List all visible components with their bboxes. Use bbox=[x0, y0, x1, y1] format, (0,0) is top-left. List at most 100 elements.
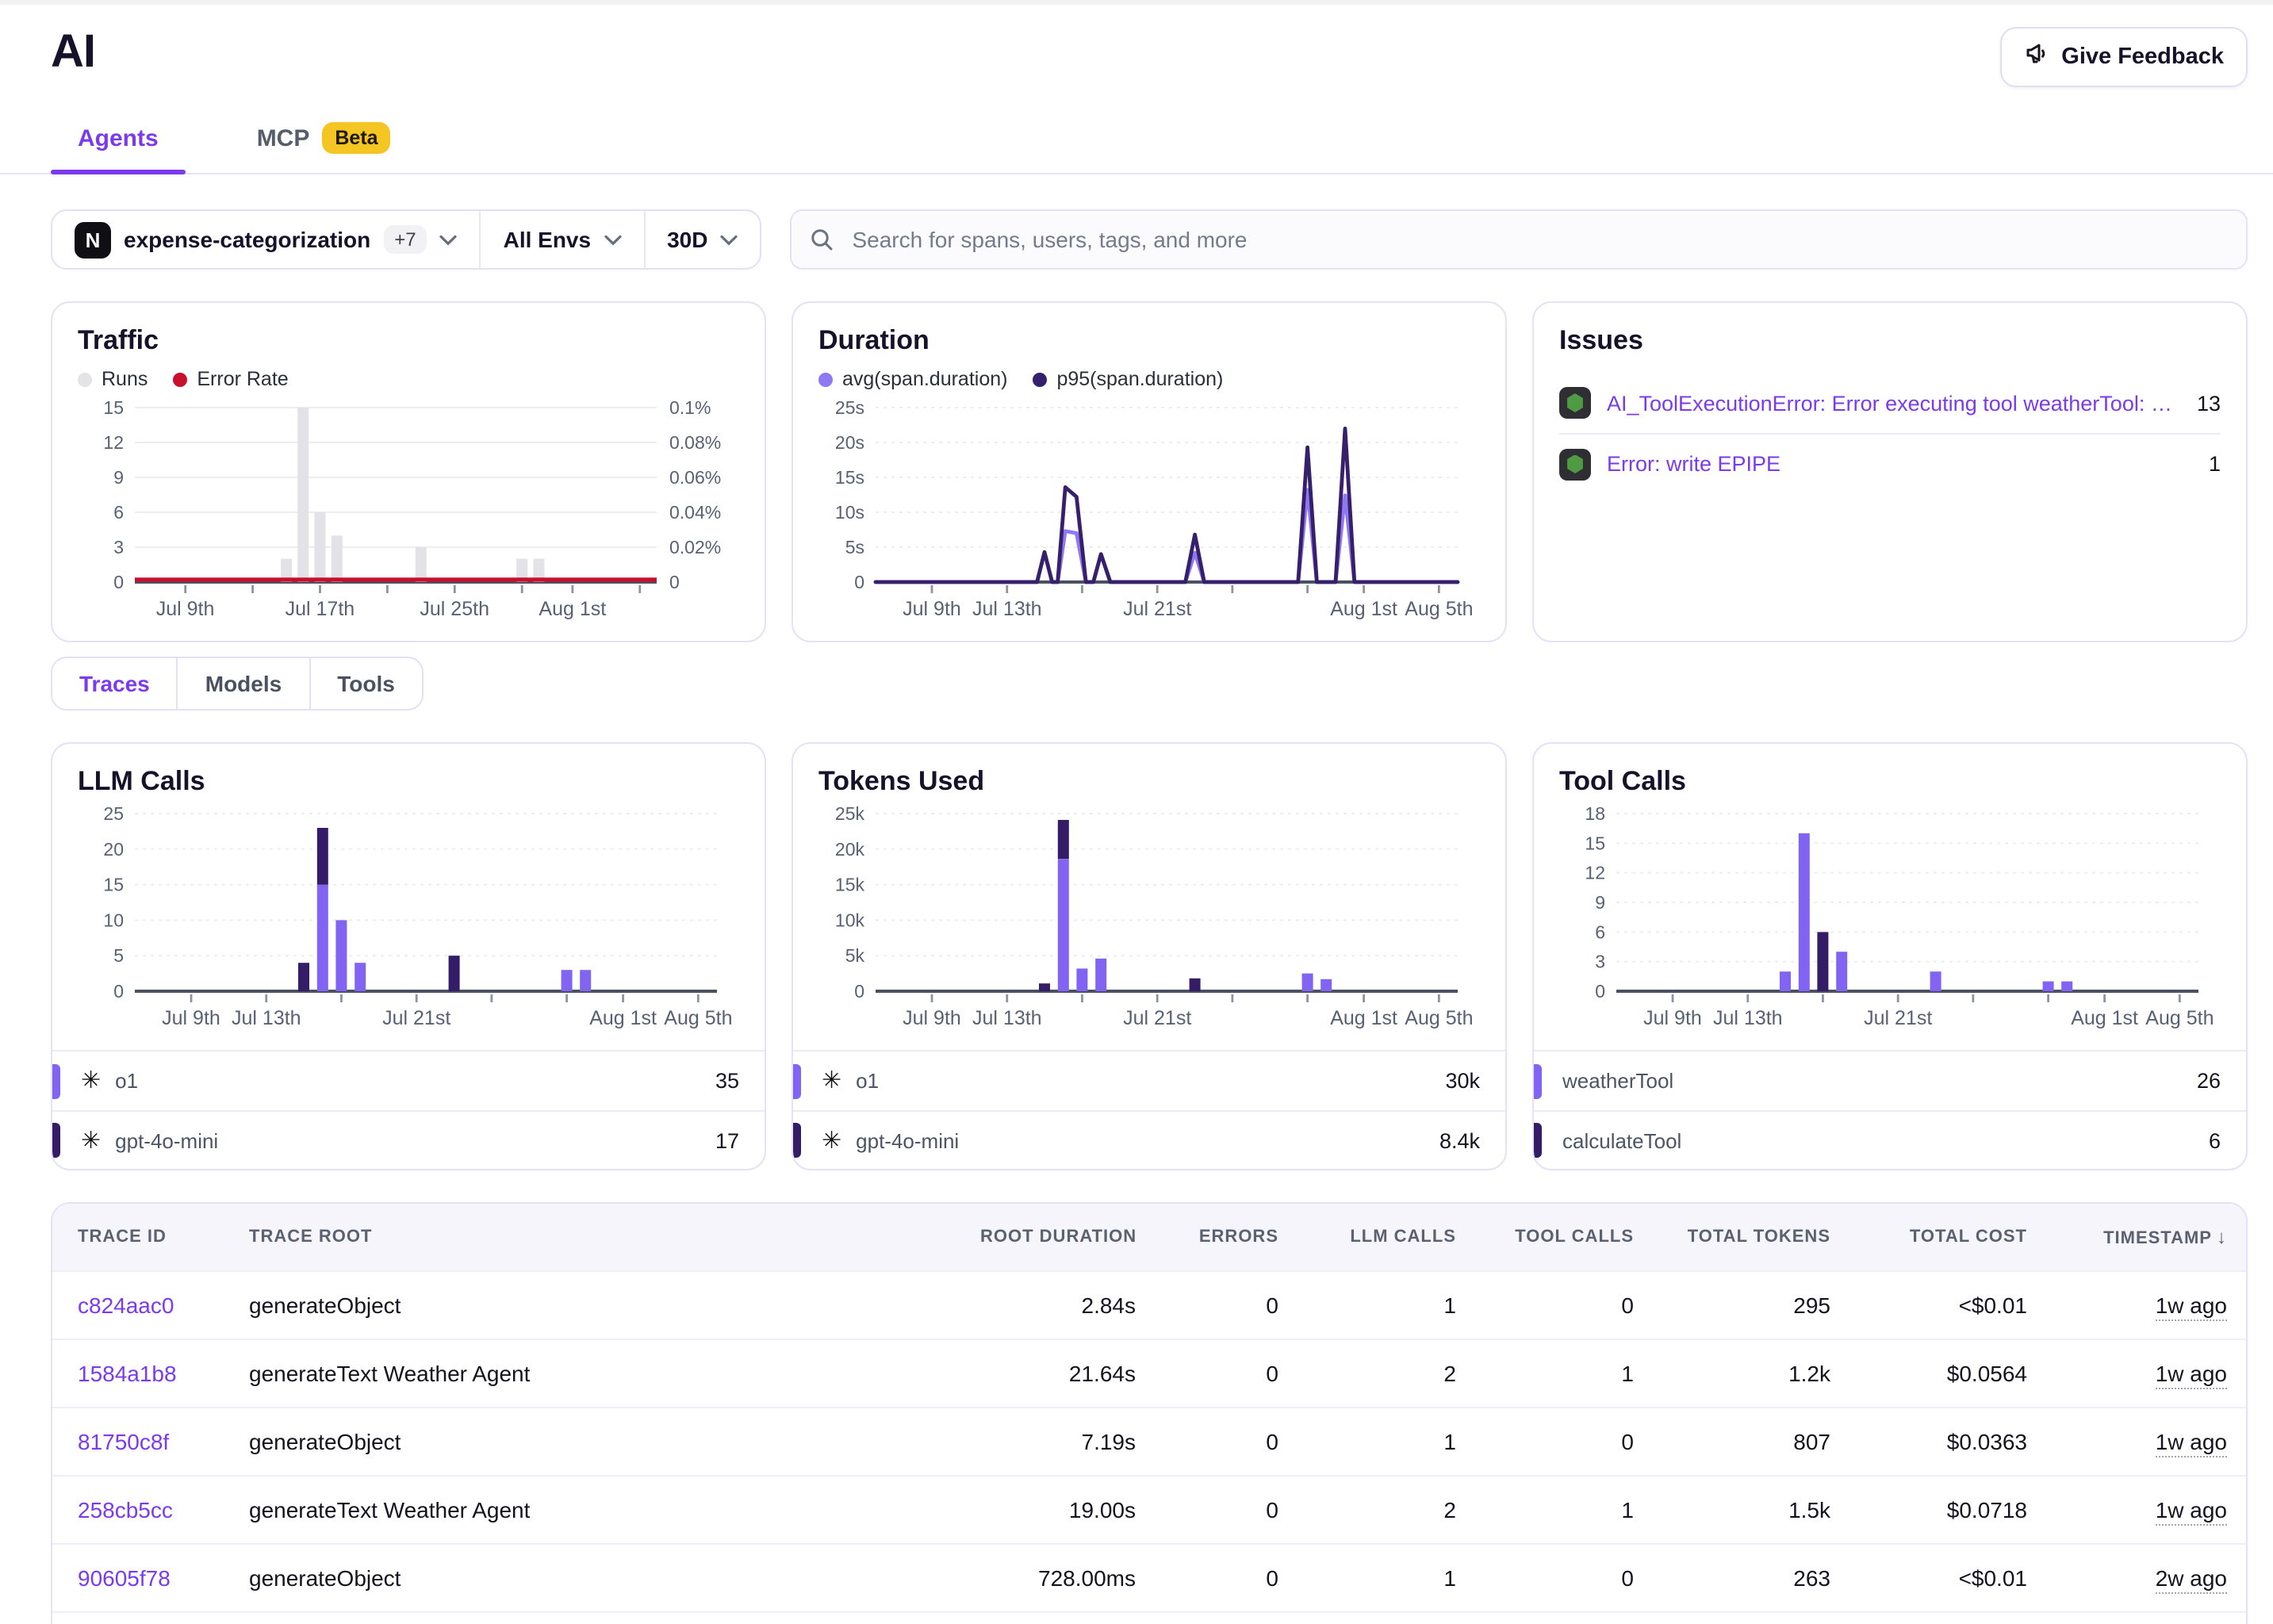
series-color-chip bbox=[1534, 1063, 1542, 1098]
tab-agents[interactable]: Agents bbox=[51, 109, 186, 173]
tool-calls-cell: 1 bbox=[1475, 1339, 1653, 1408]
openai-icon: ✳ bbox=[822, 1128, 841, 1152]
trace-row[interactable]: 258cb5ccgenerateText Weather Agent19.00s… bbox=[52, 1476, 2246, 1544]
svg-text:0.1%: 0.1% bbox=[669, 397, 711, 418]
errors-cell: 0 bbox=[1155, 1339, 1297, 1408]
svg-text:12: 12 bbox=[103, 432, 124, 453]
tool-calls-cell: 1 bbox=[1475, 1612, 1653, 1624]
filter-pill: N expense-categorization +7 All Envs 30D bbox=[51, 209, 761, 270]
svg-text:15s: 15s bbox=[835, 467, 864, 488]
give-feedback-button[interactable]: Give Feedback bbox=[1999, 27, 2248, 87]
legend-row-gpt-4o-mini[interactable]: ✳ gpt-4o-mini 8.4k bbox=[793, 1110, 1505, 1169]
error-rate-legend-label: Error Rate bbox=[197, 368, 288, 390]
col-trace-id[interactable]: TRACE ID bbox=[52, 1204, 230, 1271]
col-timestamp[interactable]: TIMESTAMP↓ bbox=[2046, 1204, 2246, 1271]
svg-text:6: 6 bbox=[1595, 921, 1605, 942]
issue-link[interactable]: Error: write EPIPE bbox=[1607, 452, 2193, 476]
timestamp-value[interactable]: 1w ago bbox=[2156, 1293, 2227, 1321]
filter-bar: N expense-categorization +7 All Envs 30D bbox=[51, 209, 2248, 270]
llm-calls-legend-rows: ✳ o1 35 ✳ gpt-4o-mini 17 bbox=[52, 1050, 765, 1169]
col-errors[interactable]: ERRORS bbox=[1155, 1204, 1297, 1271]
trace-root-cell: generateObject bbox=[230, 1544, 961, 1612]
svg-text:18: 18 bbox=[1585, 803, 1605, 824]
series-label: o1 bbox=[856, 1069, 879, 1093]
tool-calls-card: Tool Calls 0369121518Jul 9thJul 13thJul … bbox=[1532, 742, 2248, 1170]
col-total-cost[interactable]: TOTAL COST bbox=[1849, 1204, 2046, 1271]
legend-row-weathertool[interactable]: weatherTool 26 bbox=[1534, 1051, 2246, 1110]
svg-text:Jul 9th: Jul 9th bbox=[156, 598, 215, 620]
legend-row-gpt-4o-mini[interactable]: ✳ gpt-4o-mini 17 bbox=[52, 1110, 765, 1169]
col-root-duration[interactable]: ROOT DURATION bbox=[961, 1204, 1155, 1271]
svg-text:Jul 21st: Jul 21st bbox=[1123, 598, 1191, 620]
legend-row-o1[interactable]: ✳ o1 30k bbox=[793, 1051, 1505, 1110]
p95-legend-dot bbox=[1033, 372, 1047, 386]
timestamp-value[interactable]: 1w ago bbox=[2156, 1429, 2227, 1457]
tab-mcp[interactable]: MCP Beta bbox=[230, 109, 418, 173]
trace-root-cell: generateText Weather Agent bbox=[230, 1339, 961, 1408]
col-total-tokens[interactable]: TOTAL TOKENS bbox=[1653, 1204, 1849, 1271]
svg-text:25k: 25k bbox=[835, 803, 865, 824]
errors-cell: 0 bbox=[1155, 1271, 1297, 1339]
svg-text:0: 0 bbox=[1595, 981, 1605, 1002]
trace-id-link[interactable]: 1584a1b8 bbox=[78, 1361, 177, 1386]
project-logo-icon: N bbox=[75, 221, 111, 258]
svg-text:15: 15 bbox=[103, 875, 124, 895]
trace-row[interactable]: 81750c8fgenerateObject7.19s010807$0.0363… bbox=[52, 1408, 2246, 1476]
traces-table-body: c824aac0generateObject2.84s010295<$0.011… bbox=[52, 1271, 2246, 1624]
llm-calls-card: LLM Calls 0510152025Jul 9thJul 13thJul 2… bbox=[51, 742, 766, 1170]
svg-text:9: 9 bbox=[113, 467, 124, 488]
issues-card: Issues AI_ToolExecutionError: Error exec… bbox=[1532, 301, 2248, 642]
svg-text:Jul 13th: Jul 13th bbox=[1713, 1007, 1783, 1029]
nodejs-icon bbox=[1559, 448, 1591, 480]
subtab-models[interactable]: Models bbox=[177, 658, 309, 709]
search-input[interactable] bbox=[790, 209, 2248, 270]
runs-legend-dot bbox=[78, 372, 92, 386]
date-range-selector[interactable]: 30D bbox=[643, 211, 760, 268]
svg-text:Jul 9th: Jul 9th bbox=[1643, 1007, 1702, 1029]
timestamp-value[interactable]: 2w ago bbox=[2156, 1565, 2227, 1594]
trace-id-link[interactable]: c824aac0 bbox=[78, 1293, 174, 1318]
trace-row[interactable]: 90605f78generateObject728.00ms010263<$0.… bbox=[52, 1544, 2246, 1612]
issue-row[interactable]: AI_ToolExecutionError: Error executing t… bbox=[1559, 373, 2221, 433]
trace-row[interactable]: c824aac0generateObject2.84s010295<$0.011… bbox=[52, 1271, 2246, 1339]
tool-calls-cell: 0 bbox=[1475, 1544, 1653, 1612]
date-range-label: 30D bbox=[667, 227, 707, 252]
col-trace-root[interactable]: TRACE ROOT bbox=[230, 1204, 961, 1271]
llm-calls-cell: 1 bbox=[1297, 1271, 1475, 1339]
llm-calls-cell: 1 bbox=[1297, 1408, 1475, 1476]
traffic-chart: 0030.02%60.04%90.06%120.08%150.1%Jul 9th… bbox=[78, 392, 739, 631]
series-label: weatherTool bbox=[1562, 1069, 1673, 1093]
project-selector[interactable]: N expense-categorization +7 bbox=[52, 211, 480, 268]
trace-id-link[interactable]: 90605f78 bbox=[78, 1565, 171, 1591]
errors-cell: 0 bbox=[1155, 1476, 1297, 1544]
legend-row-o1[interactable]: ✳ o1 35 bbox=[52, 1051, 765, 1110]
traffic-legend: Runs Error Rate bbox=[78, 368, 739, 390]
timestamp-value[interactable]: 1w ago bbox=[2156, 1497, 2227, 1526]
openai-icon: ✳ bbox=[822, 1069, 841, 1093]
svg-text:0.04%: 0.04% bbox=[669, 502, 721, 523]
trace-row[interactable]: 1b9a433bgenerateText Weather Agent4.95s0… bbox=[52, 1612, 2246, 1624]
svg-text:20k: 20k bbox=[835, 839, 865, 860]
trace-id-link[interactable]: 81750c8f bbox=[78, 1429, 169, 1454]
col-llm-calls[interactable]: LLM CALLS bbox=[1297, 1204, 1475, 1271]
trace-row[interactable]: 1584a1b8generateText Weather Agent21.64s… bbox=[52, 1339, 2246, 1408]
trace-id-link[interactable]: 258cb5cc bbox=[78, 1497, 173, 1522]
trace-id-cell: 258cb5cc bbox=[52, 1476, 230, 1544]
timestamp-cell: 1w ago bbox=[2046, 1476, 2246, 1544]
issue-link[interactable]: AI_ToolExecutionError: Error executing t… bbox=[1607, 391, 2181, 415]
env-selector[interactable]: All Envs bbox=[480, 211, 644, 268]
col-tool-calls[interactable]: TOOL CALLS bbox=[1475, 1204, 1653, 1271]
series-value: 8.4k bbox=[1439, 1128, 1480, 1152]
legend-row-calculatetool[interactable]: calculateTool 6 bbox=[1534, 1110, 2246, 1169]
issue-row[interactable]: Error: write EPIPE 1 bbox=[1559, 433, 2221, 493]
subtab-traces[interactable]: Traces bbox=[52, 658, 177, 709]
duration-chart: 05s10s15s20s25sJul 9thJul 13thJul 21stAu… bbox=[818, 392, 1480, 631]
trace-id-cell: 90605f78 bbox=[52, 1544, 230, 1612]
timestamp-value[interactable]: 1w ago bbox=[2156, 1361, 2227, 1389]
root-duration-cell: 2.84s bbox=[961, 1271, 1155, 1339]
svg-text:15: 15 bbox=[1585, 833, 1605, 853]
svg-text:Jul 21st: Jul 21st bbox=[1864, 1007, 1932, 1029]
svg-text:Aug 1st: Aug 1st bbox=[539, 598, 606, 620]
subtab-tools[interactable]: Tools bbox=[309, 658, 422, 709]
svg-text:Jul 25th: Jul 25th bbox=[420, 598, 489, 620]
